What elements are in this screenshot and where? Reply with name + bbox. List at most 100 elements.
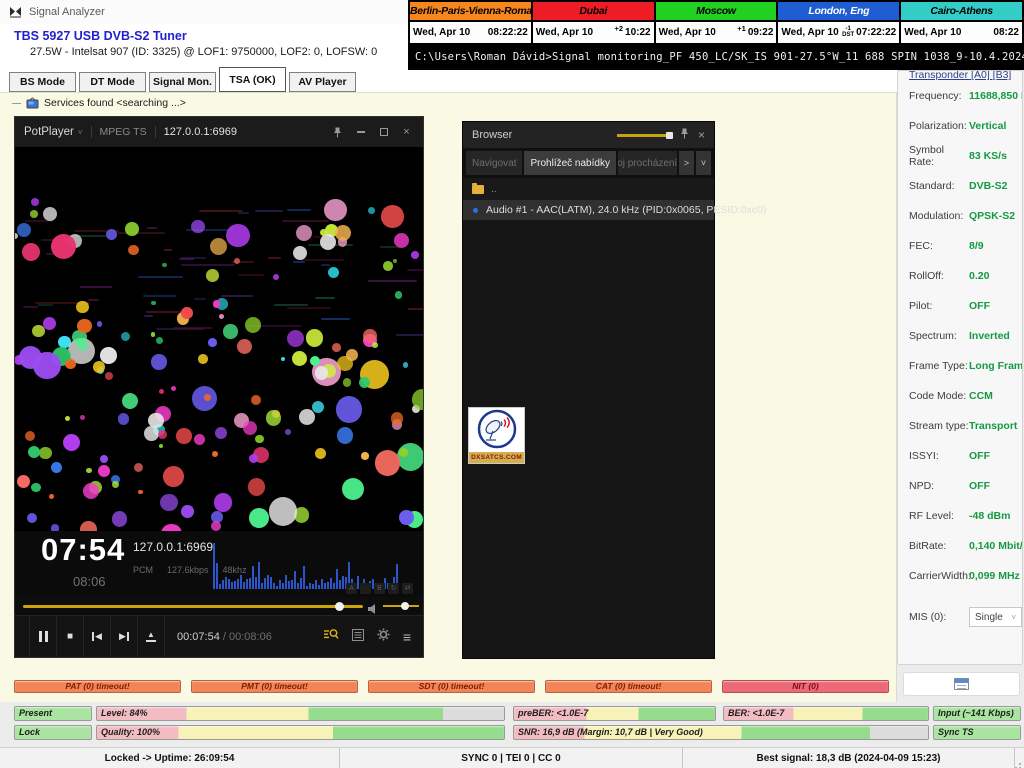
clock-time: 08:22 xyxy=(991,27,1019,38)
clock-city-label: Berlin-Paris-Vienna-Roma xyxy=(410,2,531,20)
previous-button[interactable]: ◀ xyxy=(84,616,111,657)
browser-slider[interactable] xyxy=(617,134,671,137)
volume-knob[interactable] xyxy=(401,602,409,610)
param-value: OFF xyxy=(969,480,990,492)
minimize-button[interactable] xyxy=(353,131,368,133)
mis-value: Single xyxy=(975,612,1003,623)
gauge-level: Level: 84% xyxy=(96,706,505,721)
playlist-icon[interactable] xyxy=(352,628,364,646)
close-button[interactable]: × xyxy=(698,128,705,142)
maximize-icon xyxy=(380,128,388,136)
param-row: FEC:8/9 xyxy=(909,231,1022,261)
ab-repeat-a-button[interactable]: A xyxy=(346,583,357,594)
stop-button[interactable]: ■ xyxy=(57,616,84,657)
eject-button[interactable]: ▲ xyxy=(138,616,165,657)
now-playing-url: 127.0.0.1:6969 xyxy=(133,540,213,554)
transponder-params-panel: Transponder [A0] [B3] Frequency:11688,85… xyxy=(897,70,1023,665)
param-row: Standard:DVB-S2 xyxy=(909,171,1022,201)
clock-time-row: Wed, Apr 10 -1DST07:22:22 xyxy=(778,22,899,43)
tab-title-browser[interactable]: Nástroj procházení titu... xyxy=(618,151,677,175)
audio-stream-row[interactable]: Audio #1 - AAC(LATM), 24.0 kHz (PID:0x00… xyxy=(463,200,714,220)
codec-bitrate: 127.6kbps xyxy=(167,565,209,575)
clock-date: Wed, Apr 10 xyxy=(413,27,470,38)
ab-repeat-mid-button[interactable]: · xyxy=(360,583,371,594)
maximize-button[interactable] xyxy=(376,128,391,136)
console-prompt[interactable]: C:\Users\Roman Dávid>Signal monitoring_P… xyxy=(408,46,1024,70)
param-row: Code Mode:CCM xyxy=(909,381,1022,411)
clock-time-row: Wed, Apr 10 +210:22 xyxy=(533,22,654,43)
ab-repeat-b-button[interactable]: B xyxy=(374,583,385,594)
seek-knob[interactable] xyxy=(335,602,344,611)
clock-time: 08:22:22 xyxy=(486,27,528,38)
tab-scroll-buttons: > ˅ xyxy=(679,151,711,175)
param-row: Stream type:Transport xyxy=(909,411,1022,441)
settings-gear-icon[interactable] xyxy=(377,628,390,646)
next-button[interactable]: ▶ xyxy=(111,616,138,657)
pin-icon[interactable] xyxy=(680,126,689,144)
menu-icon[interactable]: ≡ xyxy=(403,629,411,645)
param-row: Spectrum:Inverted xyxy=(909,321,1022,351)
browser-body: DXSATCS.COM xyxy=(463,220,714,658)
param-value: Inverted xyxy=(969,330,1010,342)
close-button[interactable]: × xyxy=(399,126,414,138)
tab-navigate[interactable]: Navigovat xyxy=(466,151,522,175)
param-row: RF Level:-48 dBm xyxy=(909,501,1022,531)
folder-up-row[interactable]: .. xyxy=(463,178,714,200)
chip-nit: NIT (0) xyxy=(722,680,889,693)
resize-grip[interactable] xyxy=(1015,748,1024,768)
stream-type-badge: MPEG TS xyxy=(100,126,147,138)
tab-tsa[interactable]: TSA (OK) xyxy=(219,67,286,92)
param-label: CarrierWidth: xyxy=(909,570,969,582)
mis-select[interactable]: Single ˅ xyxy=(969,607,1022,627)
tab-dt-mode[interactable]: DT Mode xyxy=(79,72,146,92)
clock-time-row: Wed, Apr 10 +109:22 xyxy=(656,22,777,43)
tab-dropdown-button[interactable]: ˅ xyxy=(696,151,711,175)
param-label: RollOff: xyxy=(909,270,969,282)
export-table-button[interactable] xyxy=(903,672,1020,696)
elapsed-time-display: 07:54 xyxy=(41,532,125,568)
param-value: 0,140 Mbit/s xyxy=(969,540,1023,552)
mis-label: MIS (0): xyxy=(909,611,969,623)
services-label: Services found <searching ...> xyxy=(44,97,186,109)
tab-scroll-right-button[interactable]: > xyxy=(679,151,694,175)
param-label: Code Mode: xyxy=(909,390,969,402)
tab-signal-mon[interactable]: Signal Mon. xyxy=(149,72,216,92)
clock-cairo: Cairo-Athens Wed, Apr 10 08:22 xyxy=(901,2,1022,43)
codec-name: PCM xyxy=(133,565,153,575)
param-label: Frame Type: xyxy=(909,360,969,372)
potplayer-menu-button[interactable]: PotPlayer˅ xyxy=(24,126,83,138)
folder-up-label: .. xyxy=(491,184,497,195)
shuffle-icon[interactable]: ⇄ xyxy=(402,583,413,594)
param-value: OFF xyxy=(969,450,990,462)
param-rows: Frequency:11688,850 MHzPolarization:Vert… xyxy=(909,81,1022,591)
video-surface[interactable] xyxy=(15,147,423,531)
param-label: Modulation: xyxy=(909,210,969,222)
potplayer-titlebar[interactable]: PotPlayer˅ MPEG TS 127.0.0.1:6969 × xyxy=(15,117,423,147)
clock-time: -1DST07:22:22 xyxy=(842,27,896,38)
volume-slider[interactable] xyxy=(383,605,419,607)
param-value: -48 dBm xyxy=(969,510,1010,522)
tab-bs-mode[interactable]: BS Mode xyxy=(9,72,76,92)
eject-icon: ▲ xyxy=(146,631,156,642)
seek-bar[interactable] xyxy=(23,605,363,608)
loop-icon[interactable]: ↻ xyxy=(388,583,399,594)
status-uptime: Locked -> Uptime: 26:09:54 xyxy=(0,748,340,768)
tab-av-player[interactable]: AV Player xyxy=(289,72,356,92)
transport-buttons: ■ ◀ ▶ ▲ xyxy=(29,616,165,657)
pause-button[interactable] xyxy=(30,616,57,657)
browser-titlebar[interactable]: Browser × xyxy=(463,122,714,148)
param-value: QPSK-S2 xyxy=(969,210,1015,222)
clock-grid: Berlin-Paris-Vienna-Roma Wed, Apr 10 08:… xyxy=(408,0,1024,45)
transponder-header: Transponder [A0] [B3] xyxy=(909,70,1022,81)
browser-slider-knob[interactable] xyxy=(666,132,673,139)
spreadsheet-icon xyxy=(954,678,969,690)
audio-stream-label: Audio #1 - AAC(LATM), 24.0 kHz (PID:0x00… xyxy=(486,204,767,216)
divider xyxy=(91,126,92,138)
services-tree-item[interactable]: Services found <searching ...> xyxy=(12,97,186,109)
search-icon[interactable] xyxy=(324,628,339,646)
param-value: DVB-S2 xyxy=(969,180,1008,192)
stream-url: 127.0.0.1:6969 xyxy=(164,126,237,138)
browser-window: Browser × Navigovat Prohlížeč nabídky Ná… xyxy=(462,121,715,659)
tab-menu-browser[interactable]: Prohlížeč nabídky xyxy=(524,151,616,175)
pin-icon[interactable] xyxy=(330,127,345,138)
